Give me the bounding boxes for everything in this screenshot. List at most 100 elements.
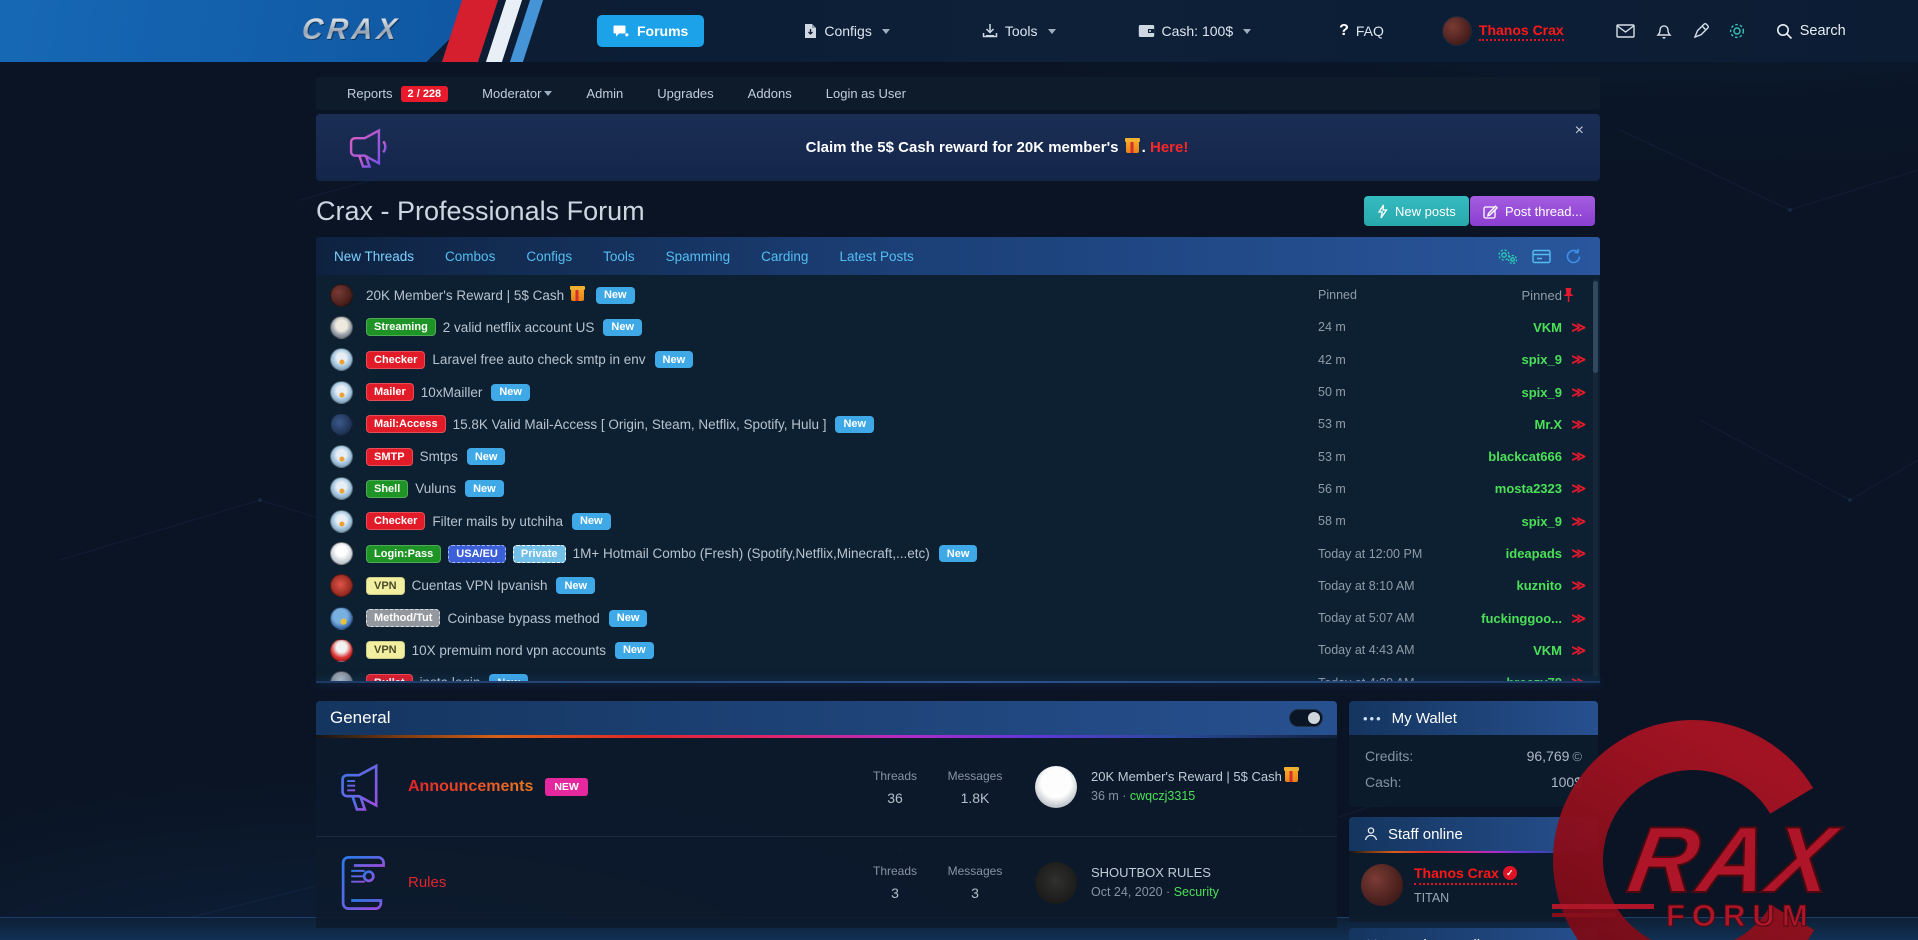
- thread-row[interactable]: Mail:Access 15.8K Valid Mail-Access [ Ori…: [316, 408, 1600, 440]
- last-post[interactable]: 20K Member's Reward | 5$ Cash 36 m · cwq…: [1091, 767, 1319, 807]
- thread-row[interactable]: Bulletinsta loginNewToday at 4:30 AMbree…: [316, 667, 1600, 681]
- thread-user[interactable]: spix_9: [1450, 385, 1562, 400]
- tab-carding[interactable]: Carding: [761, 249, 808, 264]
- thread-title[interactable]: 1M+ Hotmail Combo (Fresh) (Spotify,Netfl…: [573, 546, 930, 561]
- goto-last-icon[interactable]: ≫: [1562, 416, 1586, 433]
- nav-configs[interactable]: Configs: [804, 23, 890, 39]
- thread-row[interactable]: Shell Vuluns New 56 m mosta2323 ≫: [316, 473, 1600, 505]
- thread-title[interactable]: 20K Member's Reward | 5$ Cash: [366, 285, 587, 303]
- nav-cash[interactable]: Cash: 100$: [1138, 23, 1252, 39]
- last-post-title: 20K Member's Reward | 5$ Cash: [1091, 767, 1319, 787]
- post-thread-button[interactable]: Post thread...: [1470, 196, 1596, 226]
- scrollbar[interactable]: [1593, 279, 1598, 677]
- goto-last-icon[interactable]: ≫: [1562, 642, 1586, 659]
- scrollbar-thumb[interactable]: [1593, 281, 1598, 373]
- nav-faq[interactable]: ? FAQ: [1339, 22, 1384, 40]
- thread-title[interactable]: Cuentas VPN Ipvanish: [412, 578, 548, 593]
- banner-link[interactable]: Here!: [1150, 139, 1188, 156]
- goto-last-icon[interactable]: ≫: [1562, 448, 1586, 465]
- gears-icon[interactable]: [1497, 248, 1518, 265]
- thread-title[interactable]: 2 valid netflix account US: [443, 320, 595, 335]
- thread-user[interactable]: Mr.X: [1450, 417, 1562, 432]
- thread-title[interactable]: Smtps: [420, 449, 458, 464]
- edit-icon: [1483, 204, 1498, 219]
- thread-row[interactable]: Login:Pass USA/EU Private 1M+ Hotmail Combo…: [316, 537, 1600, 569]
- gear-icon[interactable]: [1728, 22, 1746, 40]
- goto-last-icon[interactable]: ≫: [1562, 545, 1586, 562]
- forum-link-rules[interactable]: Rules: [408, 874, 446, 891]
- subnav-item-moderator[interactable]: Moderator: [482, 86, 553, 101]
- thread-title[interactable]: Vuluns: [415, 481, 456, 496]
- goto-last-icon[interactable]: ≫: [1562, 480, 1586, 497]
- goto-last-icon[interactable]: ≫: [1562, 610, 1586, 627]
- subnav-item-login-as-user[interactable]: Login as User: [826, 86, 906, 101]
- general-header[interactable]: General: [316, 701, 1337, 735]
- card-icon[interactable]: [1532, 249, 1551, 264]
- thread-row[interactable]: Checker Laravel free auto check smtp in e…: [316, 344, 1600, 376]
- thread-row[interactable]: 20K Member's Reward | 5$ Cash New Pinned P…: [316, 279, 1600, 311]
- bell-icon[interactable]: [1656, 23, 1672, 40]
- thread-user[interactable]: VKM: [1450, 320, 1562, 335]
- avatar[interactable]: [1361, 864, 1403, 906]
- thread-title[interactable]: 10xMailler: [421, 385, 483, 400]
- tab-new-threads[interactable]: New Threads: [334, 249, 414, 264]
- thread-row[interactable]: SMTP Smtps New 53 m blackcat666 ≫: [316, 440, 1600, 472]
- staff-user-link[interactable]: Thanos Crax ✓: [1414, 865, 1517, 885]
- thread-row[interactable]: VPN Cuentas VPN Ipvanish New Today at 8:10 …: [316, 570, 1600, 602]
- close-icon[interactable]: ×: [1575, 122, 1584, 140]
- last-post-user[interactable]: Security: [1174, 885, 1219, 899]
- new-posts-button[interactable]: New posts: [1364, 196, 1469, 226]
- thread-user[interactable]: spix_9: [1450, 514, 1562, 529]
- collapse-toggle[interactable]: [1289, 709, 1323, 727]
- brand-logo[interactable]: CRAX: [300, 14, 402, 47]
- avatar[interactable]: [1035, 861, 1077, 904]
- tab-spamming[interactable]: Spamming: [666, 249, 731, 264]
- goto-last-icon[interactable]: ≫: [1562, 351, 1586, 368]
- goto-last-icon[interactable]: ≫: [1562, 577, 1586, 594]
- last-post[interactable]: SHOUTBOX RULES Oct 24, 2020 · Security: [1091, 863, 1319, 903]
- subnav-item-upgrades[interactable]: Upgrades: [657, 86, 713, 101]
- thread-title[interactable]: Coinbase bypass method: [447, 611, 599, 626]
- last-post-user[interactable]: cwqczj3315: [1130, 789, 1195, 803]
- thread-row[interactable]: VPN 10X premuim nord vpn accounts New Today…: [316, 634, 1600, 666]
- thread-row[interactable]: Mailer 10xMailler New 50 m spix_9 ≫: [316, 376, 1600, 408]
- forum-row-rules[interactable]: Rules Threads 3 Messages 3 SHOUTBOX RULE…: [316, 836, 1337, 928]
- thread-title[interactable]: Filter mails by utchiha: [432, 514, 563, 529]
- tab-combos[interactable]: Combos: [445, 249, 495, 264]
- goto-last-icon[interactable]: ≫: [1562, 319, 1586, 336]
- nav-tools[interactable]: Tools: [982, 23, 1056, 39]
- refresh-icon[interactable]: [1565, 248, 1582, 265]
- thread-row[interactable]: Method/Tut Coinbase bypass method New Today…: [316, 602, 1600, 634]
- thread-row[interactable]: Checker Filter mails by utchiha New 58 m spi…: [316, 505, 1600, 537]
- subnav-reports[interactable]: Reports 2 / 228: [347, 85, 449, 102]
- pen-icon[interactable]: [1693, 23, 1709, 39]
- thread-title[interactable]: 10X premuim nord vpn accounts: [412, 643, 606, 658]
- goto-last-icon[interactable]: ≫: [1562, 513, 1586, 530]
- tab-tools[interactable]: Tools: [603, 249, 635, 264]
- thread-user[interactable]: blackcat666: [1450, 449, 1562, 464]
- thread-user[interactable]: Pinned: [1450, 288, 1562, 303]
- goto-last-icon[interactable]: ≫: [1562, 674, 1586, 681]
- thread-user[interactable]: spix_9: [1450, 352, 1562, 367]
- forums-button[interactable]: Forums: [597, 15, 705, 47]
- forum-link-announcements[interactable]: Announcements: [408, 778, 533, 796]
- thread-title[interactable]: Laravel free auto check smtp in env: [432, 352, 645, 367]
- tab-latest-posts[interactable]: Latest Posts: [839, 249, 913, 264]
- thread-user[interactable]: ideapads: [1450, 546, 1562, 561]
- thread-row[interactable]: Streaming 2 valid netflix account US New 24…: [316, 311, 1600, 343]
- thread-user[interactable]: fuckinggoo...: [1450, 611, 1562, 626]
- thread-user[interactable]: mosta2323: [1450, 481, 1562, 496]
- goto-last-icon[interactable]: ≫: [1562, 384, 1586, 401]
- subnav-item-admin[interactable]: Admin: [586, 86, 623, 101]
- mail-icon[interactable]: [1616, 24, 1635, 38]
- thread-user[interactable]: VKM: [1450, 643, 1562, 658]
- search-button[interactable]: Search: [1776, 23, 1846, 40]
- nav-user[interactable]: Thanos Crax: [1441, 16, 1564, 46]
- tab-configs[interactable]: Configs: [526, 249, 572, 264]
- pin-icon[interactable]: [1562, 287, 1586, 303]
- thread-title[interactable]: 15.8K Valid Mail-Access [ Origin, Steam,…: [453, 417, 827, 432]
- subnav-item-addons[interactable]: Addons: [748, 86, 792, 101]
- forum-row-announcements[interactable]: Announcements NEW Threads 36 Messages 1.…: [316, 738, 1337, 836]
- avatar[interactable]: [1035, 766, 1077, 808]
- thread-user[interactable]: kuznito: [1450, 578, 1563, 593]
